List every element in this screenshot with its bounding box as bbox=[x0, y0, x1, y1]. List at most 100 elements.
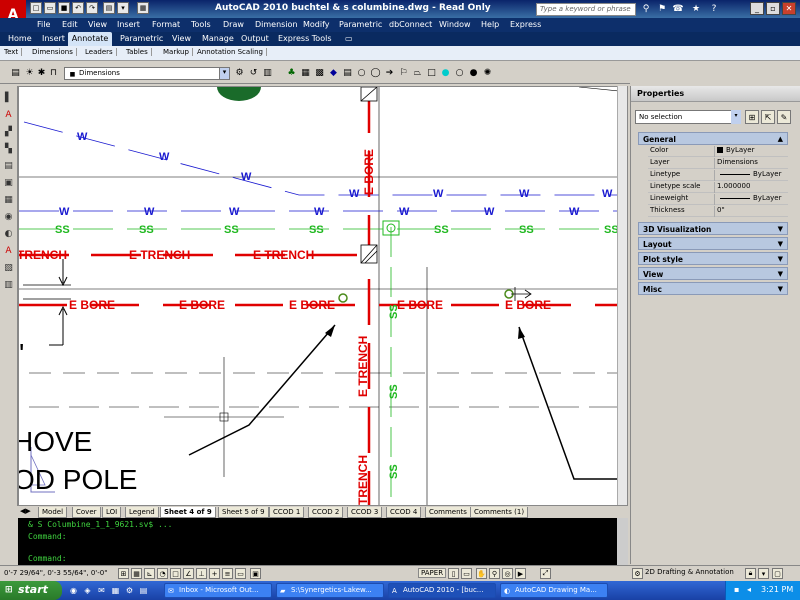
dyn-icon[interactable]: + bbox=[209, 568, 220, 579]
otrack-icon[interactable]: ∠ bbox=[183, 568, 194, 579]
task-drawing-manager[interactable]: ◐ AutoCAD Drawing Ma... bbox=[500, 583, 608, 598]
drawing-canvas[interactable]: W W W W W W W W W W W W W W SS SS SS SS … bbox=[18, 86, 628, 506]
square-icon[interactable]: □ bbox=[426, 68, 437, 79]
tool-pdf-2-icon[interactable]: A bbox=[2, 244, 15, 257]
freeze-icon[interactable]: ✱ bbox=[36, 68, 47, 79]
tool-pdf-icon[interactable]: A bbox=[2, 108, 15, 121]
status-menu-icon[interactable]: ▾ bbox=[758, 568, 769, 579]
panel-markup[interactable]: Markup bbox=[163, 48, 193, 56]
prop-value-lineweight[interactable]: ByLayer bbox=[714, 194, 788, 205]
task-outlook[interactable]: ✉ Inbox - Microsoft Out... bbox=[164, 583, 272, 598]
grid-icon[interactable]: ▩ bbox=[314, 68, 325, 79]
ducs-icon[interactable]: ⊥ bbox=[196, 568, 207, 579]
prop-row-layer[interactable]: Layer Dimensions bbox=[648, 157, 788, 169]
search-icon[interactable]: ⚲ bbox=[640, 3, 652, 15]
workspace-dropdown[interactable]: 2D Drafting & Annotation bbox=[645, 568, 734, 576]
tree-icon[interactable]: ♣ bbox=[286, 68, 297, 79]
prop-value-linetype[interactable]: ByLayer bbox=[714, 170, 788, 181]
cyan-circle-icon[interactable]: ● bbox=[440, 68, 451, 79]
lock-ui-icon[interactable]: 🔒︎ bbox=[745, 568, 756, 579]
layout-tab[interactable]: Cover bbox=[72, 507, 101, 518]
qat-dropdown-icon[interactable]: ▾ bbox=[117, 2, 129, 14]
zoom-icon[interactable]: ⚲ bbox=[489, 568, 500, 579]
section-view[interactable]: View ▼ bbox=[638, 267, 788, 280]
select-objects-icon[interactable]: ⇱ bbox=[761, 110, 775, 124]
plot-icon[interactable]: ▤ bbox=[103, 2, 115, 14]
menu-dimension[interactable]: Dimension bbox=[255, 20, 298, 29]
maximize-viewport-icon[interactable]: ⤢ bbox=[540, 568, 551, 579]
prop-row-thickness[interactable]: Thickness 0" bbox=[648, 205, 788, 217]
prop-value-color[interactable]: ByLayer bbox=[714, 146, 788, 157]
menu-view[interactable]: View bbox=[88, 20, 107, 29]
layer-previous-icon[interactable]: ↺ bbox=[248, 68, 259, 79]
menu-insert[interactable]: Insert bbox=[117, 20, 140, 29]
panel-leaders[interactable]: Leaders bbox=[85, 48, 117, 56]
menu-express[interactable]: Express bbox=[510, 20, 541, 29]
quick-view-layouts-icon[interactable]: ▯ bbox=[448, 568, 459, 579]
subscription-icon[interactable]: ⚑ bbox=[656, 3, 668, 15]
tool-icon-12[interactable]: ▥ bbox=[2, 278, 15, 291]
panel-annotation-scaling[interactable]: Annotation Scaling bbox=[197, 48, 267, 56]
prop-value[interactable]: 0" bbox=[714, 206, 788, 217]
tab-view[interactable]: View bbox=[172, 34, 191, 43]
save-icon[interactable]: ■ bbox=[58, 2, 70, 14]
canvas-scrollbar[interactable] bbox=[617, 86, 627, 506]
search-input[interactable]: Type a keyword or phrase bbox=[536, 3, 636, 16]
menu-tools[interactable]: Tools bbox=[191, 20, 211, 29]
sc-icon[interactable]: ▣ bbox=[250, 568, 261, 579]
layout-tab[interactable]: Legend bbox=[125, 507, 159, 518]
snap-icon[interactable]: ⊞ bbox=[118, 568, 129, 579]
prop-value[interactable]: 1.000000 bbox=[714, 182, 788, 193]
clock[interactable]: 3:21 PM bbox=[761, 585, 793, 594]
prop-row-lineweight[interactable]: Lineweight ByLayer bbox=[648, 193, 788, 205]
make-current-icon[interactable]: ⚙ bbox=[234, 68, 245, 79]
polar-icon[interactable]: ◔ bbox=[157, 568, 168, 579]
clean-screen-icon[interactable]: ▢ bbox=[772, 568, 783, 579]
layer-properties-icon[interactable]: ▤ bbox=[10, 68, 21, 79]
tab-annotate[interactable]: Annotate bbox=[68, 32, 112, 46]
circle-icon[interactable]: ○ bbox=[356, 68, 367, 79]
section-3d-visualization[interactable]: 3D Visualization ▼ bbox=[638, 222, 788, 235]
start-button[interactable]: ⊞ start bbox=[0, 581, 62, 600]
toggle-pickadd-icon[interactable]: ⊞ bbox=[745, 110, 759, 124]
hatch-icon[interactable]: ▤ bbox=[342, 68, 353, 79]
quicklaunch-icon[interactable]: ▦ bbox=[110, 585, 121, 596]
new-icon[interactable]: □ bbox=[30, 2, 42, 14]
panel-dimensions[interactable]: Dimensions bbox=[32, 48, 77, 56]
tab-parametric[interactable]: Parametric bbox=[120, 34, 163, 43]
section-plot-style[interactable]: Plot style ▼ bbox=[638, 252, 788, 265]
open-icon[interactable]: ▭ bbox=[44, 2, 56, 14]
layout-tab[interactable]: CCOD 1 bbox=[269, 507, 305, 518]
layout-tab[interactable]: CCOD 2 bbox=[308, 507, 344, 518]
redo-icon[interactable]: ↷ bbox=[86, 2, 98, 14]
paper-model-toggle[interactable]: PAPER bbox=[418, 568, 447, 578]
prop-value[interactable]: Dimensions bbox=[714, 158, 788, 169]
help-icon[interactable]: ? bbox=[708, 3, 720, 15]
menu-modify[interactable]: Modify bbox=[303, 20, 330, 29]
tab-home[interactable]: Home bbox=[8, 34, 32, 43]
layer-dropdown-arrow-icon[interactable]: ▾ bbox=[219, 67, 230, 80]
tool-icon-7[interactable]: ▦ bbox=[2, 193, 15, 206]
command-prompt[interactable]: Command: bbox=[28, 554, 67, 563]
pan-icon[interactable]: ✋ bbox=[476, 568, 487, 579]
workspace-icon[interactable]: ▦ bbox=[137, 2, 149, 14]
layout-tab[interactable]: CCOD 4 bbox=[386, 507, 422, 518]
tab-manage[interactable]: Manage bbox=[202, 34, 234, 43]
menu-window[interactable]: Window bbox=[439, 20, 471, 29]
ribbon-minimize-icon[interactable]: ▭ bbox=[345, 34, 353, 43]
showmotion-icon[interactable]: ▶ bbox=[515, 568, 526, 579]
steering-wheel-icon[interactable]: ◎ bbox=[502, 568, 513, 579]
menu-file[interactable]: File bbox=[37, 20, 50, 29]
maximize-button[interactable]: ▫ bbox=[766, 2, 780, 15]
volume-icon[interactable]: ◂ bbox=[747, 585, 757, 595]
network-icon[interactable]: ▪ bbox=[734, 585, 744, 595]
selection-dropdown-arrow-icon[interactable]: ▾ bbox=[731, 110, 741, 124]
quicklaunch-icon[interactable]: ✉ bbox=[96, 585, 107, 596]
menu-edit[interactable]: Edit bbox=[62, 20, 78, 29]
menu-dbconnect[interactable]: dbConnect bbox=[389, 20, 432, 29]
gear-icon[interactable]: ✺ bbox=[482, 68, 493, 79]
qp-icon[interactable]: ▭ bbox=[235, 568, 246, 579]
section-layout[interactable]: Layout ▼ bbox=[638, 237, 788, 250]
layout-tab[interactable]: Model bbox=[38, 507, 68, 518]
tool-icon-1[interactable]: ▌ bbox=[2, 91, 15, 104]
